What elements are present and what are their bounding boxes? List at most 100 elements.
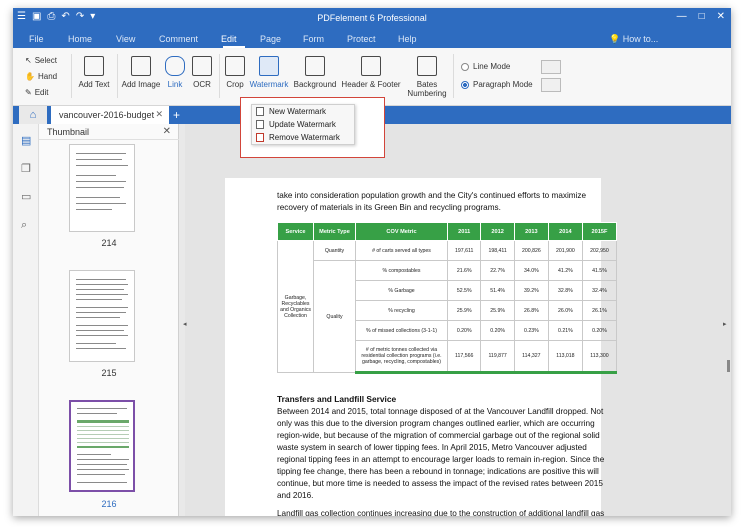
how-to-search[interactable]: 💡 How to... bbox=[609, 34, 658, 45]
window-controls: — □ ✕ bbox=[677, 11, 725, 22]
ocr-button[interactable]: OCR bbox=[189, 56, 215, 89]
document-scrollbar[interactable] bbox=[727, 360, 730, 372]
table-cell: 202,950 bbox=[581, 240, 618, 261]
thumb-line bbox=[77, 442, 129, 443]
link-icon bbox=[165, 56, 185, 76]
edit-label: Edit bbox=[34, 88, 49, 97]
menu-help[interactable]: Help bbox=[398, 34, 417, 44]
edit-mode-button[interactable]: ✎ Edit bbox=[25, 88, 49, 97]
thumbnail-panel-icon[interactable]: ▤ bbox=[21, 136, 32, 147]
thumb-line bbox=[76, 209, 112, 210]
table-header: 2012 bbox=[480, 222, 515, 241]
thumb-line bbox=[77, 426, 129, 427]
menu-home[interactable]: Home bbox=[68, 34, 92, 44]
table-cell: 51.4% bbox=[480, 280, 515, 301]
thumb-line bbox=[76, 343, 116, 344]
close-panel-icon[interactable]: ✕ bbox=[163, 126, 171, 137]
select-mode-button[interactable]: ↖ Select bbox=[25, 56, 57, 65]
watermark-button[interactable]: Watermark bbox=[249, 56, 289, 89]
align-options-box[interactable] bbox=[541, 60, 561, 74]
collapse-right-icon[interactable]: ▸ bbox=[723, 320, 727, 328]
add-image-button[interactable]: Add Image bbox=[121, 56, 161, 89]
menu-form[interactable]: Form bbox=[303, 34, 324, 44]
metric-type-cell: Quantity bbox=[313, 240, 356, 261]
table-cell: 0.20% bbox=[480, 320, 515, 341]
header-footer-button[interactable]: Header & Footer bbox=[341, 56, 401, 89]
paragraph-mode-label: Paragraph Mode bbox=[473, 80, 533, 89]
document-tab[interactable]: vancouver-2016-budget ✕ bbox=[51, 106, 169, 124]
crop-label: Crop bbox=[226, 80, 244, 89]
comment-icon[interactable]: ▭ bbox=[21, 192, 32, 203]
table-header: Service bbox=[277, 222, 314, 241]
table-cell: # of carts served all types bbox=[355, 240, 448, 261]
collapse-left-icon[interactable]: ◂ bbox=[183, 320, 187, 328]
table-cell: 52.5% bbox=[446, 280, 482, 301]
table-cell: 32.8% bbox=[547, 280, 583, 301]
menu-page[interactable]: Page bbox=[260, 34, 281, 44]
table-header-row: Service Metric Type COV Metric 2011 2012… bbox=[277, 222, 618, 241]
table-cell: 26.0% bbox=[547, 300, 583, 321]
menu-protect[interactable]: Protect bbox=[347, 34, 376, 44]
background-button[interactable]: Background bbox=[293, 56, 337, 89]
maximize-button[interactable]: □ bbox=[699, 11, 705, 22]
home-icon: ⌂ bbox=[29, 109, 37, 121]
update-watermark-icon bbox=[256, 120, 264, 129]
background-icon bbox=[305, 56, 325, 76]
spacing-options-box[interactable] bbox=[541, 78, 561, 92]
thumbnail-panel: Thumbnail ✕ 214 215 216 bbox=[39, 124, 190, 516]
paragraph-mode-radio[interactable]: Paragraph Mode bbox=[461, 80, 533, 89]
table-cell: 32.4% bbox=[581, 280, 618, 301]
table-cell: 0.21% bbox=[547, 320, 583, 341]
table-cell: % of missed collections (3-1-1) bbox=[355, 320, 448, 341]
line-mode-radio-dot bbox=[461, 62, 469, 71]
add-text-button[interactable]: Add Text bbox=[75, 56, 113, 89]
new-watermark-item[interactable]: New Watermark bbox=[252, 105, 354, 118]
thumbnail-page-214[interactable] bbox=[69, 144, 135, 232]
thumb-line bbox=[77, 469, 129, 470]
table-cell: 201,900 bbox=[547, 240, 583, 261]
header-footer-icon bbox=[361, 56, 381, 76]
table-row: Garbage, Recyclables and Organics Collec… bbox=[277, 240, 618, 373]
section-paragraph[interactable]: Between 2014 and 2015, total tonnage dis… bbox=[277, 406, 617, 502]
link-button[interactable]: Link bbox=[163, 56, 187, 89]
table-cell: 113,300 bbox=[581, 340, 618, 374]
window-title: PDFelement 6 Professional bbox=[317, 13, 427, 23]
thumb-line bbox=[77, 438, 129, 439]
background-label: Background bbox=[293, 80, 337, 89]
close-tab-icon[interactable]: ✕ bbox=[155, 109, 163, 120]
menu-comment[interactable]: Comment bbox=[159, 34, 198, 44]
menu-view[interactable]: View bbox=[116, 34, 135, 44]
table-cell: 198,411 bbox=[480, 240, 515, 261]
hand-mode-button[interactable]: ✋ Hand bbox=[25, 72, 57, 81]
table-cell: 114,327 bbox=[513, 340, 549, 374]
line-mode-radio[interactable]: Line Mode bbox=[461, 62, 510, 71]
landfill-gas-paragraph[interactable]: Landfill gas collection continues increa… bbox=[277, 508, 617, 516]
thumb-line bbox=[76, 279, 126, 280]
ocr-label: OCR bbox=[193, 80, 211, 89]
close-button[interactable]: ✕ bbox=[717, 11, 725, 22]
link-label: Link bbox=[167, 80, 183, 89]
thumbnail-page-215[interactable] bbox=[69, 270, 135, 362]
thumb-line bbox=[77, 459, 129, 460]
search-icon[interactable]: ⌕ bbox=[21, 220, 32, 231]
section-heading[interactable]: Transfers and Landfill Service bbox=[277, 394, 396, 404]
intro-paragraph[interactable]: take into consideration population growt… bbox=[277, 190, 617, 214]
new-tab-button[interactable]: + bbox=[173, 108, 180, 122]
remove-watermark-item[interactable]: Remove Watermark bbox=[252, 131, 354, 144]
bates-numbering-button[interactable]: Bates Numbering bbox=[405, 56, 449, 98]
bookmark-icon[interactable]: ❐ bbox=[21, 164, 32, 175]
table-header: 2014 bbox=[547, 222, 583, 241]
table-cell: 41.5% bbox=[581, 260, 618, 281]
thumb-line bbox=[76, 325, 128, 326]
crop-button[interactable]: Crop bbox=[223, 56, 247, 89]
thumb-line bbox=[76, 307, 128, 308]
minimize-button[interactable]: — bbox=[677, 11, 687, 22]
table-cell: 21.6% bbox=[446, 260, 482, 281]
update-watermark-item[interactable]: Update Watermark bbox=[252, 118, 354, 131]
watermark-dropdown-menu: New Watermark Update Watermark Remove Wa… bbox=[251, 104, 355, 145]
thumbnail-page-216[interactable] bbox=[69, 400, 135, 492]
metrics-table: Service Metric Type COV Metric 2011 2012… bbox=[277, 222, 618, 374]
home-tab[interactable]: ⌂ bbox=[19, 106, 47, 124]
menu-edit[interactable]: Edit bbox=[221, 34, 237, 44]
menu-file[interactable]: File bbox=[29, 34, 44, 44]
